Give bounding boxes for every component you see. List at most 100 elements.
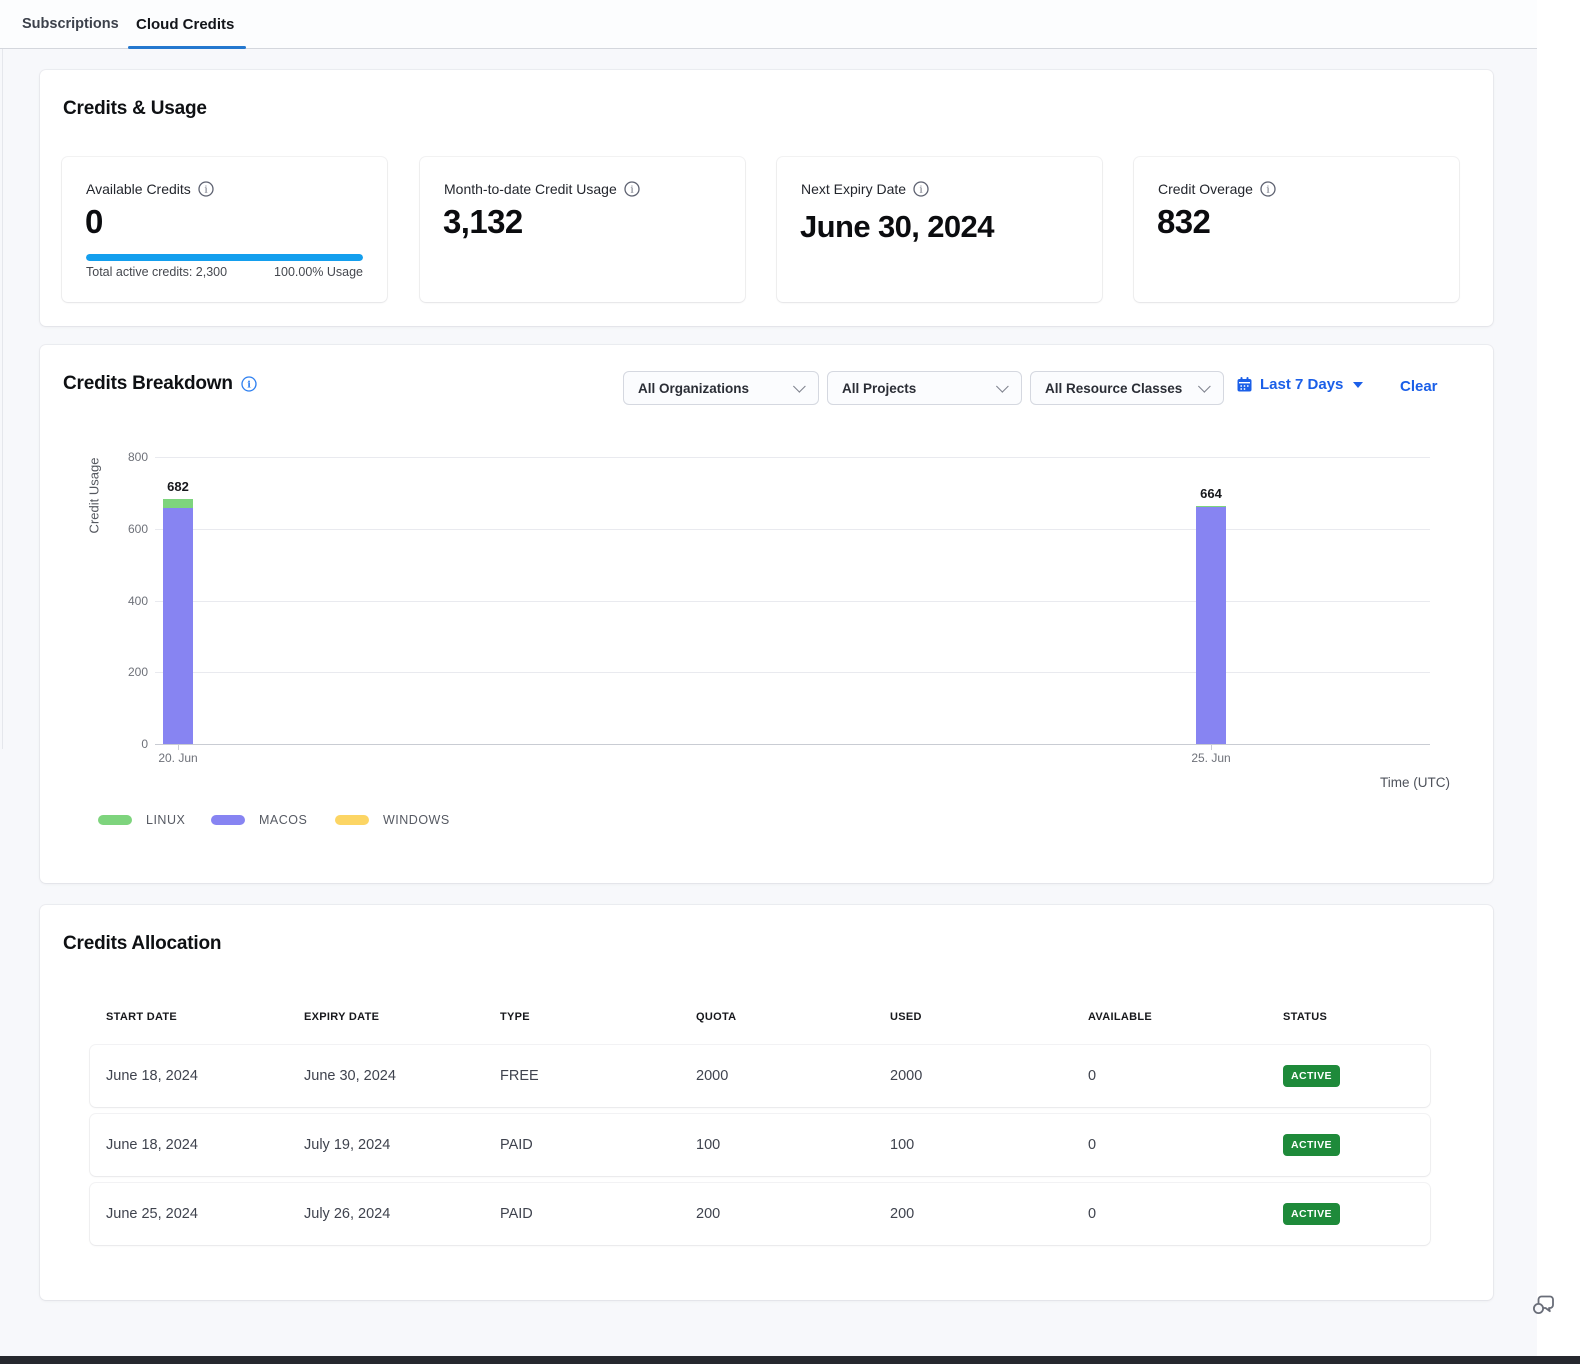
metric-credit-overage: Credit Overage i 832 bbox=[1134, 157, 1459, 302]
svg-text:i: i bbox=[1266, 185, 1269, 196]
table-row: June 25, 2024 July 26, 2024 PAID 200 200 0 ACT… bbox=[90, 1183, 1430, 1245]
cell-type: FREE bbox=[500, 1045, 539, 1107]
x-tick-mark bbox=[178, 744, 179, 750]
column-header: AVAILABLE bbox=[1088, 1011, 1152, 1023]
metric-available-credits: Available Credits i 0 Total active credi… bbox=[62, 157, 387, 302]
chat-bubbles-icon bbox=[1528, 1288, 1560, 1320]
cell-used: 100 bbox=[890, 1114, 914, 1176]
cell-quota: 100 bbox=[696, 1114, 720, 1176]
usage-progress-fill bbox=[86, 254, 363, 261]
left-edge-divider bbox=[2, 49, 3, 749]
cell-start: June 18, 2024 bbox=[106, 1114, 198, 1176]
metric-label: Month-to-date Credit Usage bbox=[444, 181, 617, 197]
metric-value: 832 bbox=[1157, 203, 1210, 241]
info-icon[interactable]: i bbox=[1260, 181, 1276, 197]
credits-usage-title: Credits & Usage bbox=[63, 98, 207, 120]
x-tick-mark bbox=[1211, 744, 1212, 750]
cell-expiry: June 30, 2024 bbox=[304, 1045, 396, 1107]
legend-item-linux[interactable]: LINUX bbox=[98, 813, 185, 827]
credits-allocation-title: Credits Allocation bbox=[63, 933, 221, 955]
bar-segment-linux[interactable] bbox=[163, 499, 193, 508]
metric-value: June 30, 2024 bbox=[800, 209, 994, 245]
cell-available: 0 bbox=[1088, 1045, 1096, 1107]
usage-progress-bar bbox=[86, 254, 363, 261]
y-tick-label: 400 bbox=[108, 594, 148, 608]
active-tab-indicator bbox=[128, 46, 246, 49]
total-active-credits: Total active credits: 2,300 bbox=[86, 265, 227, 279]
legend-label: LINUX bbox=[146, 813, 185, 827]
support-chat-button[interactable] bbox=[1528, 1288, 1560, 1320]
status-badge: ACTIVE bbox=[1283, 1065, 1340, 1087]
credits-usage-card: Credits & Usage Available Credits i 0 To… bbox=[40, 70, 1493, 326]
y-tick-label: 0 bbox=[108, 737, 148, 751]
cell-status: ACTIVE bbox=[1283, 1045, 1340, 1107]
tab-label: Cloud Credits bbox=[136, 16, 234, 33]
metric-label: Available Credits bbox=[86, 181, 191, 197]
legend-swatch bbox=[211, 815, 245, 825]
column-header: QUOTA bbox=[696, 1011, 736, 1023]
info-icon[interactable]: i bbox=[198, 181, 214, 197]
tab-label: Subscriptions bbox=[22, 16, 119, 32]
cell-start: June 18, 2024 bbox=[106, 1045, 198, 1107]
cell-type: PAID bbox=[500, 1114, 533, 1176]
x-tick-label: 20. Jun bbox=[143, 751, 213, 765]
y-tick-label: 800 bbox=[108, 450, 148, 464]
x-axis-label: Time (UTC) bbox=[1380, 775, 1450, 790]
tab-cloud-credits[interactable]: Cloud Credits bbox=[136, 0, 234, 48]
cell-quota: 2000 bbox=[696, 1045, 728, 1107]
column-header: USED bbox=[890, 1011, 922, 1023]
bar-total-label: 664 bbox=[1181, 486, 1241, 501]
cell-type: PAID bbox=[500, 1183, 533, 1245]
credits-breakdown-card: Credits Breakdown i All Organizations Al… bbox=[40, 345, 1493, 883]
x-axis-line bbox=[155, 744, 1430, 745]
bar-segment-macos[interactable] bbox=[1196, 507, 1226, 744]
credits-allocation-card: Credits Allocation START DATEEXPIRY DATE… bbox=[40, 905, 1493, 1300]
tab-bar: Subscriptions Cloud Credits bbox=[0, 0, 1537, 49]
metric-value: 3,132 bbox=[443, 203, 523, 241]
window-bottom-bar bbox=[0, 1356, 1580, 1364]
y-tick-label: 600 bbox=[108, 522, 148, 536]
x-tick-label: 25. Jun bbox=[1176, 751, 1246, 765]
legend-item-macos[interactable]: MACOS bbox=[211, 813, 307, 827]
credit-usage-chart: Credit Usage Time (UTC) 0200400600800682… bbox=[40, 345, 1493, 883]
cell-status: ACTIVE bbox=[1283, 1183, 1340, 1245]
status-badge: ACTIVE bbox=[1283, 1203, 1340, 1225]
column-header: START DATE bbox=[106, 1011, 177, 1023]
svg-text:i: i bbox=[204, 185, 207, 196]
y-axis-label: Credit Usage bbox=[87, 416, 102, 576]
cell-status: ACTIVE bbox=[1283, 1114, 1340, 1176]
cell-quota: 200 bbox=[696, 1183, 720, 1245]
column-header: STATUS bbox=[1283, 1011, 1327, 1023]
legend-label: WINDOWS bbox=[383, 813, 450, 827]
y-tick-label: 200 bbox=[108, 665, 148, 679]
cell-used: 2000 bbox=[890, 1045, 922, 1107]
tab-subscriptions[interactable]: Subscriptions bbox=[22, 0, 119, 48]
metric-label: Credit Overage bbox=[1158, 181, 1253, 197]
info-icon[interactable]: i bbox=[913, 181, 929, 197]
gridline bbox=[155, 457, 1430, 458]
info-icon[interactable]: i bbox=[624, 181, 640, 197]
cell-start: June 25, 2024 bbox=[106, 1183, 198, 1245]
cell-expiry: July 19, 2024 bbox=[304, 1114, 390, 1176]
column-header: TYPE bbox=[500, 1011, 530, 1023]
table-row: June 18, 2024 June 30, 2024 FREE 2000 2000 0 A… bbox=[90, 1045, 1430, 1107]
metric-value: 0 bbox=[85, 203, 103, 241]
metric-next-expiry: Next Expiry Date i June 30, 2024 bbox=[777, 157, 1102, 302]
metric-label: Next Expiry Date bbox=[801, 181, 906, 197]
svg-text:i: i bbox=[920, 185, 923, 196]
bar-segment-linux[interactable] bbox=[1196, 506, 1226, 507]
cell-used: 200 bbox=[890, 1183, 914, 1245]
usage-percentage: 100.00% Usage bbox=[274, 265, 363, 279]
bar-segment-macos[interactable] bbox=[163, 508, 193, 744]
cell-available: 0 bbox=[1088, 1114, 1096, 1176]
gridline bbox=[155, 529, 1430, 530]
status-badge: ACTIVE bbox=[1283, 1134, 1340, 1156]
legend-item-windows[interactable]: WINDOWS bbox=[335, 813, 450, 827]
legend-swatch bbox=[98, 815, 132, 825]
legend-swatch bbox=[335, 815, 369, 825]
cell-available: 0 bbox=[1088, 1183, 1096, 1245]
cell-expiry: July 26, 2024 bbox=[304, 1183, 390, 1245]
legend-label: MACOS bbox=[259, 813, 307, 827]
table-row: June 18, 2024 July 19, 2024 PAID 100 100 0 ACT… bbox=[90, 1114, 1430, 1176]
gridline bbox=[155, 601, 1430, 602]
